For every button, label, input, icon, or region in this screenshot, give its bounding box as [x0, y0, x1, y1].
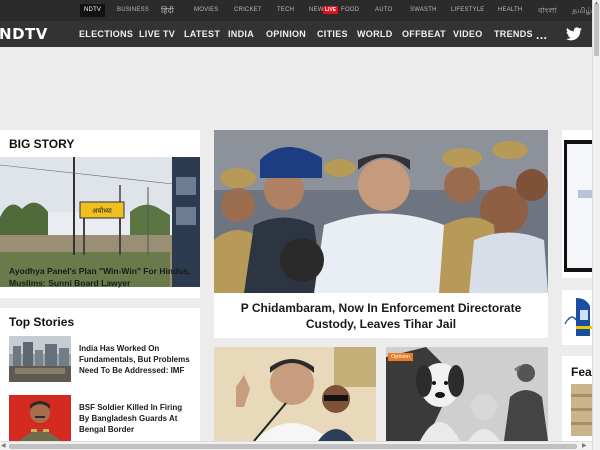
top-story-headline[interactable]: India Has Worked On Fundamentals, But Pr…: [79, 343, 194, 376]
nav-item-video[interactable]: VIDEO: [453, 21, 483, 47]
topstrip-link-movies[interactable]: MOVIES: [194, 0, 219, 21]
opinion-badge: Opinion: [388, 353, 413, 361]
top-stories-heading: Top Stories: [9, 315, 75, 329]
horizontal-scroll-thumb[interactable]: [9, 444, 577, 449]
topstrip-link-lifestyle[interactable]: LIFESTYLE: [451, 0, 484, 21]
secondary-story-image: [214, 347, 376, 441]
nav-item-cities[interactable]: CITIES: [317, 21, 348, 47]
opinion-story-image: [386, 347, 548, 441]
topstrip-link-swasth[interactable]: SWASTH: [410, 0, 437, 21]
opinion-story-card[interactable]: Opinion: [386, 347, 548, 441]
more-menu-button[interactable]: ...: [536, 28, 548, 42]
top-stories-card: Top Stories India Has Worked On Fundamen…: [0, 308, 200, 450]
topstrip-link-ndtv[interactable]: NDTV: [80, 4, 106, 17]
big-story-headline[interactable]: Ayodhya Panel's Plan "Win-Win" For Hindu…: [9, 265, 194, 289]
nav-item-world[interactable]: WORLD: [357, 21, 393, 47]
nav-item-latest[interactable]: LATEST: [184, 21, 220, 47]
features-heading: Fea: [571, 365, 592, 379]
scroll-left-arrow-icon[interactable]: ◀: [1, 442, 6, 450]
lead-story-headline[interactable]: P Chidambaram, Now In Enforcement Direct…: [230, 300, 532, 332]
topstrip-link-food[interactable]: FOOD: [341, 0, 359, 21]
nav-item-live-tv[interactable]: LIVE TV: [139, 21, 175, 47]
vertical-scrollbar[interactable]: ▲: [592, 0, 600, 450]
nav-item-offbeat[interactable]: OFFBEAT: [402, 21, 446, 47]
right-icon-card[interactable]: [562, 290, 592, 345]
big-story-heading: BIG STORY: [9, 137, 75, 151]
big-story-card[interactable]: BIG STORY अयोध्या Ayodhya Panel's Plan "…: [0, 130, 200, 298]
nav-item-india[interactable]: INDIA: [228, 21, 254, 47]
scroll-right-arrow-icon[interactable]: ▶: [582, 442, 587, 450]
main-nav: NDTV ELECTIONS LIVE TV LATEST INDIA OPIN…: [0, 21, 600, 47]
live-badge: LIVE: [323, 6, 339, 14]
secondary-story-card[interactable]: [214, 347, 376, 441]
topstrip-link-health[interactable]: HEALTH: [498, 0, 522, 21]
metro-train-icon: [562, 290, 592, 345]
topstrip-link-bangla[interactable]: বাংলা: [538, 0, 557, 21]
lead-story-card[interactable]: P Chidambaram, Now In Enforcement Direct…: [214, 130, 548, 338]
nav-item-trends[interactable]: TRENDS: [494, 21, 533, 47]
nav-item-opinion[interactable]: OPINION: [266, 21, 306, 47]
top-strip: NDTV BUSINESS हिंदी MOVIES CRICKET TECH …: [0, 0, 600, 21]
nav-item-elections[interactable]: ELECTIONS: [79, 21, 133, 47]
topstrip-link-hindi[interactable]: हिंदी: [161, 0, 174, 21]
topstrip-link-auto[interactable]: AUTO: [375, 0, 392, 21]
right-promo-card[interactable]: [562, 130, 592, 278]
vertical-scroll-thumb[interactable]: [594, 4, 599, 56]
topstrip-link-cricket[interactable]: CRICKET: [234, 0, 262, 21]
topstrip-link-tamil[interactable]: தமிழ்: [572, 0, 592, 21]
twitter-icon[interactable]: [566, 27, 582, 41]
laptop-promo-image: [562, 130, 592, 278]
features-card[interactable]: Fea: [562, 356, 592, 441]
ndtv-logo[interactable]: NDTV: [0, 25, 48, 43]
horizontal-scrollbar[interactable]: ◀ ▶: [0, 441, 592, 450]
station-sign-text: अयोध्या: [92, 206, 112, 215]
top-story-headline[interactable]: BSF Soldier Killed In Firing By Banglade…: [79, 402, 194, 435]
topstrip-link-business[interactable]: BUSINESS: [117, 0, 149, 21]
features-thumbnail: [571, 384, 592, 436]
top-story-thumbnail[interactable]: [9, 336, 71, 382]
topstrip-link-tech[interactable]: TECH: [277, 0, 294, 21]
logo-text: NDTV: [0, 25, 48, 43]
top-story-thumbnail[interactable]: [9, 395, 71, 441]
lead-story-image: [214, 130, 548, 293]
